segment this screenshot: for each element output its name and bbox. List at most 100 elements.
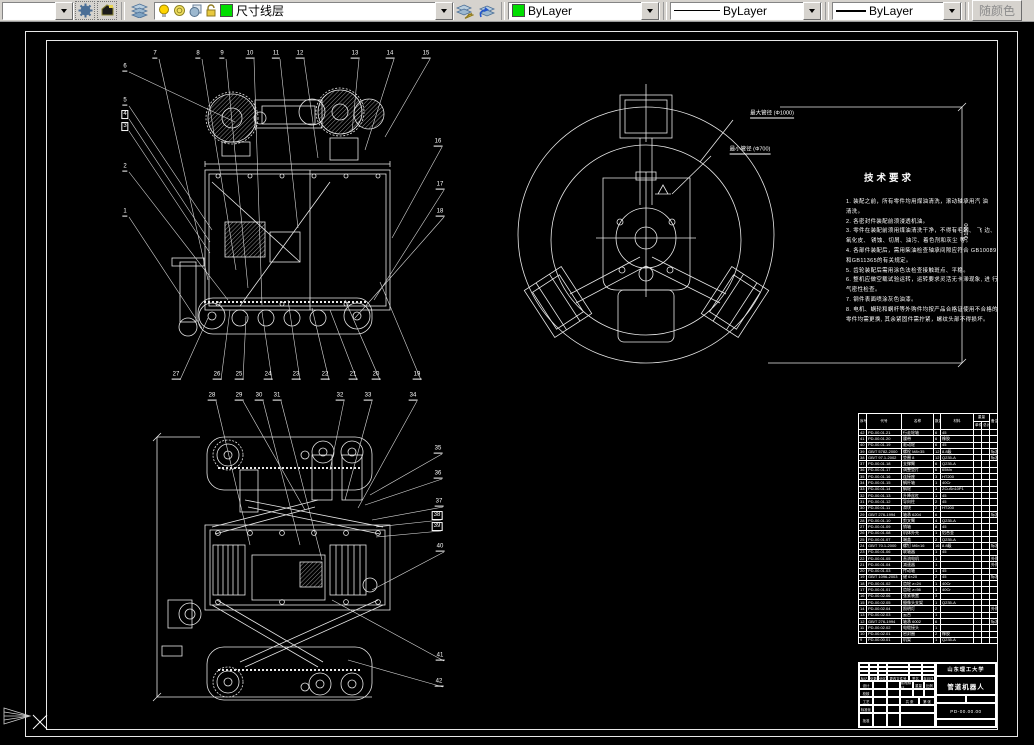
callout-number: 22 (320, 371, 330, 380)
callout-number: 8 (195, 50, 201, 59)
linetype-sample (674, 10, 720, 11)
side-view-drawing (171, 87, 391, 337)
lineweight-sample (836, 9, 866, 12)
view-combo-arrow[interactable] (55, 1, 73, 20)
callout-number: 29 (234, 392, 244, 401)
paperspace-ucs-icon (3, 707, 32, 725)
layer-unlock-icon (206, 4, 216, 17)
lineweight-combo-arrow[interactable] (943, 1, 961, 20)
callout-number: 39 (431, 522, 443, 532)
min-pipe-diameter-label: 最小管径 (Φ700) (729, 146, 771, 155)
technical-requirements-title: 技术要求 (864, 173, 915, 184)
callout-number: 18 (435, 208, 445, 217)
bom-header-seq: 序号 (858, 413, 867, 430)
bom-header-weight: 重量 (973, 413, 990, 422)
tech-requirement-line: 5. 齿轮装配后需用涂色法检查接触斑点、平稳。 (846, 267, 970, 274)
tb-label-process: 工艺 (859, 697, 873, 705)
tb-drawing-title: 管道机器人 (935, 676, 996, 695)
linetype-combo-arrow[interactable] (803, 1, 821, 20)
color-combo[interactable]: ByLayer (508, 1, 660, 20)
linetype-combo[interactable]: ByLayer (670, 1, 822, 20)
callout-number: 35 (433, 445, 443, 454)
tech-requirement-line: 8. 电机、蜗轮和蜗杆等外购件均按产品合格证使用不合格的 零件均需更换, 其余紧… (846, 306, 998, 323)
color-value: ByLayer (528, 3, 573, 18)
callout-number: 26 (212, 371, 222, 380)
layers-manager-icon[interactable] (128, 1, 150, 20)
callout-number: 19 (412, 371, 422, 380)
lineweight-combo[interactable]: ByLayer (832, 1, 962, 20)
view-combo[interactable] (2, 1, 74, 20)
tech-requirement-line: 7. 钢件表面喷涂灰色油漆。 (846, 296, 917, 303)
bom-header-code: 代号 (866, 413, 902, 430)
tb-label-approve: 批准 (859, 713, 873, 727)
callout-number: 40 (435, 543, 445, 552)
layer-previous-icon[interactable] (476, 1, 498, 20)
title-block-revision-area: 标记 处数 分区 更改文件号 签名 年月日 设计 阶段标记 重量 比例 校核 工… (859, 663, 935, 727)
callout-number: 14 (385, 50, 395, 59)
tb-label-sheets: 共 张 (900, 697, 919, 705)
polygon-icon (101, 4, 113, 16)
layer-combo-arrow[interactable] (435, 1, 453, 20)
callout-number: 42 (434, 678, 444, 687)
bom-header-material: 材料 (940, 413, 974, 430)
tb-label-scale: 比例 (924, 681, 935, 689)
tech-requirement-line: 4. 各部件装配后，需用柴油检查轴承间隙应符合 GB10089和GB11365的… (846, 247, 997, 264)
layer-properties-button[interactable] (75, 1, 95, 20)
tb-label-stage: 阶段标记 (900, 681, 913, 689)
layer-color-swatch (220, 4, 233, 17)
callout-number: 17 (435, 181, 445, 190)
callout-number: 11 (271, 50, 281, 59)
callout-number: 34 (408, 392, 418, 401)
color-swatch (512, 4, 525, 17)
callout-number: 28 (207, 392, 217, 401)
parts-list-table: 42 PD-00.01.21 行走轮轴 6 45 41 PD-00.01.20 履带 6 橡胶 40… (858, 413, 998, 645)
tb-label-design: 设计 (859, 681, 873, 689)
callout-number: 41 (435, 652, 445, 661)
callout-number: 12 (295, 50, 305, 59)
tb-label-weight: 重量 (913, 681, 924, 689)
make-layer-current-icon[interactable] (454, 1, 476, 20)
callout-number: 31 (272, 392, 282, 401)
tb-drawing-number: PD-00.00.00 (935, 703, 996, 719)
toolbar-separator (965, 1, 969, 20)
tech-requirement-line: 3. 零件在装配前须用煤油清洗干净，不得有毛刺、 飞 边、氧化皮、 锈蚀、切屑、… (846, 228, 996, 245)
bom-header-total-weight: 总计 (981, 421, 990, 430)
callout-number: 33 (363, 392, 373, 401)
callout-number: 36 (433, 470, 443, 479)
tech-requirement-line: 2. 各密封件装配前须浸透机油。 (846, 218, 929, 225)
callout-number: 3 (121, 122, 129, 132)
linetype-value: ByLayer (723, 3, 768, 18)
callout-number: 13 (350, 50, 360, 59)
tb-label-sheet: 第 张 (919, 697, 935, 705)
callout-number: 24 (263, 371, 273, 380)
bom-header-note: 备注 (989, 413, 998, 430)
tech-requirement-line: 1. 装配之前，所有零件均用煤油清洗，滚动轴承用汽 油 清洗。 (846, 199, 995, 215)
viewport-freeze-icon (189, 4, 202, 17)
tech-requirement-line: 6. 整机应做空载试验运转，运转要求灵活无卡滞现象, 进 行气密性检查。 (846, 277, 998, 294)
toolbar-separator (663, 1, 667, 20)
make-object-layer-current-button[interactable] (97, 1, 117, 20)
drawing-canvas[interactable]: Φ1000 最大管径 (Φ1000) 最小管径 (Φ700) 技术要求 1. 装… (0, 22, 1034, 745)
toolbar-separator (121, 1, 125, 20)
layer-on-bulb-icon (159, 4, 169, 17)
technical-requirements: 技术要求 1. 装配之前，所有零件均用煤油清洗，滚动轴承用汽 油 清洗。 2. 各… (846, 170, 998, 325)
lineweight-value: ByLayer (869, 3, 914, 18)
color-combo-arrow[interactable] (641, 1, 659, 20)
bom-header-qty: 数量 (933, 413, 941, 430)
tb-school-name: 山东理工大学 (935, 663, 996, 676)
callout-number: 38 (431, 511, 443, 521)
max-pipe-diameter-label: 最大管径 (Φ1000) (750, 110, 794, 119)
callout-number: 23 (291, 371, 301, 380)
technical-requirements-body: 1. 装配之前，所有零件均用煤油清洗，滚动轴承用汽 油 清洗。 2. 各密封件装配… (846, 198, 998, 325)
callout-number: 32 (335, 392, 345, 401)
toolbar: 尺寸线层 ByLayer ByLayer ByLayer 随颜色 (0, 0, 1034, 22)
callout-number: 6 (122, 63, 128, 72)
callout-number: 27 (171, 371, 181, 380)
callout-number: 21 (348, 371, 358, 380)
callout-number: 25 (234, 371, 244, 380)
layer-combo[interactable]: 尺寸线层 (154, 1, 454, 20)
callout-number: 37 (434, 498, 444, 507)
title-block: 标记 处数 分区 更改文件号 签名 年月日 设计 阶段标记 重量 比例 校核 工… (858, 662, 997, 728)
plot-style-button[interactable]: 随颜色 (972, 0, 1023, 21)
bom-header-unit-weight: 单件 (973, 421, 982, 430)
